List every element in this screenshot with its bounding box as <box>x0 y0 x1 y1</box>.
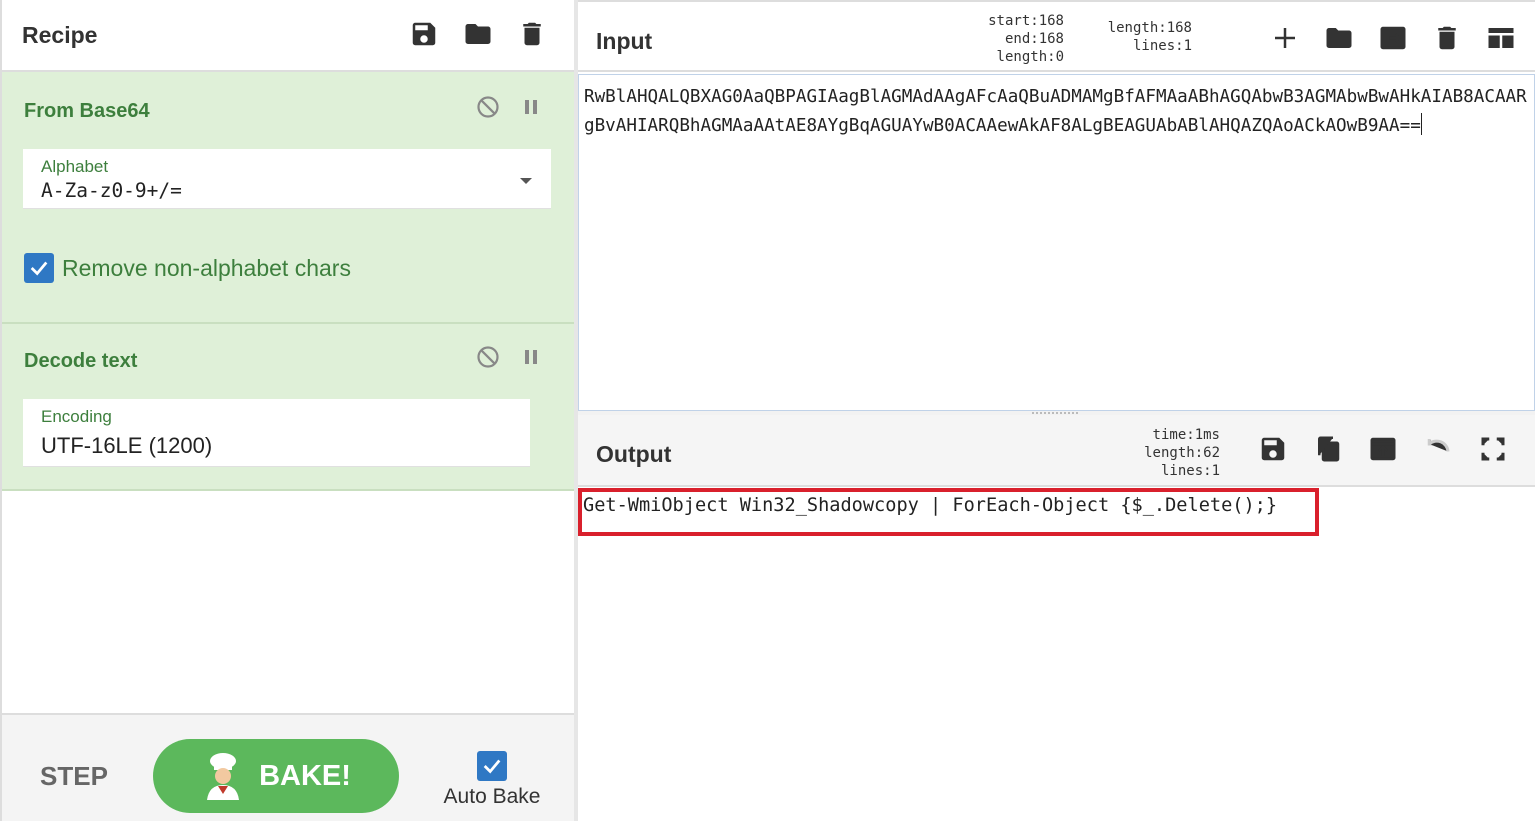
chef-icon <box>207 753 240 800</box>
remove-non-alphabet-label: Remove non-alphabet chars <box>62 254 351 281</box>
remove-non-alphabet-checkbox[interactable] <box>24 253 54 283</box>
end-value: 168 <box>1038 31 1064 47</box>
chevron-down-icon[interactable] <box>519 173 533 191</box>
selection-stats: start: 168 end: 168 length: 0 <box>966 12 1064 66</box>
operation-from-base64[interactable]: From Base64 Alphabet A-Za-z0-9+/= Remove… <box>2 72 574 324</box>
lines-label: lines: <box>1132 38 1184 54</box>
recipe-header: Recipe <box>2 0 574 72</box>
encoding-label: Encoding <box>41 407 112 426</box>
time-value: 1ms <box>1194 427 1220 443</box>
alphabet-select[interactable]: Alphabet A-Za-z0-9+/= <box>23 149 551 209</box>
auto-bake-label: Auto Bake <box>443 785 541 808</box>
auto-bake-checkbox[interactable] <box>477 751 507 781</box>
step-button[interactable]: STEP <box>40 761 108 792</box>
lines-label: lines: <box>1160 463 1212 479</box>
bake-label: BAKE! <box>259 759 351 792</box>
start-value: 168 <box>1038 13 1064 29</box>
pause-operation-icon[interactable] <box>518 94 544 120</box>
length-label: length: <box>1107 20 1167 36</box>
selection-length-value: 0 <box>1055 49 1064 65</box>
start-label: start: <box>988 13 1039 29</box>
lines-value: 1 <box>1183 38 1192 54</box>
alphabet-label: Alphabet <box>41 157 109 176</box>
replace-input-icon[interactable] <box>1367 433 1399 465</box>
output-title: Output <box>596 441 672 467</box>
open-folder-icon[interactable] <box>1323 22 1355 54</box>
selection-length-label: length: <box>996 49 1056 65</box>
alphabet-value: A-Za-z0-9+/= <box>41 179 182 202</box>
input-textarea[interactable]: RwBlAHQALQBXAG0AaQBPAGIAagBlAGMAdAAgAFcA… <box>578 74 1535 411</box>
auto-bake-option[interactable]: Auto Bake <box>444 751 540 809</box>
clear-recipe-trash-icon[interactable] <box>516 18 548 50</box>
input-panel: Input start: 168 end: 168 length: 0 leng… <box>578 0 1535 411</box>
recipe-controls: STEP BAKE! Auto Bake <box>2 713 574 821</box>
input-text-content: RwBlAHQALQBXAG0AaQBPAGIAagBlAGMAdAAgAFcA… <box>584 87 1527 136</box>
input-length-stats: length: 168 lines: 1 <box>1092 19 1192 55</box>
output-panel: Output time: 1ms length: 62 lines: 1 Get… <box>578 415 1535 821</box>
end-label: end: <box>1004 31 1039 47</box>
output-header: Output time: 1ms length: 62 lines: 1 <box>578 415 1535 487</box>
layout-icon[interactable] <box>1485 22 1517 54</box>
time-label: time: <box>1152 427 1195 443</box>
length-label: length: <box>1144 445 1204 461</box>
copy-icon[interactable] <box>1312 433 1344 465</box>
recipe-title: Recipe <box>22 21 98 48</box>
recipe-panel: Recipe From Base64 Alphabet A-Za-z0-9+/= <box>0 0 574 821</box>
import-icon[interactable] <box>1377 22 1409 54</box>
remove-non-alphabet-option[interactable]: Remove non-alphabet chars <box>24 253 351 283</box>
operation-title: Decode text <box>24 350 138 372</box>
disable-operation-icon[interactable] <box>475 94 501 120</box>
lines-value: 1 <box>1211 463 1220 479</box>
input-header: Input start: 168 end: 168 length: 0 leng… <box>578 0 1535 72</box>
pause-operation-icon[interactable] <box>518 344 544 370</box>
output-toolbar <box>1257 433 1509 465</box>
save-output-icon[interactable] <box>1257 433 1289 465</box>
operation-title: From Base64 <box>24 100 150 122</box>
encoding-value: UTF-16LE (1200) <box>41 433 213 458</box>
input-toolbar <box>1269 22 1517 54</box>
load-recipe-folder-icon[interactable] <box>462 18 494 50</box>
disable-operation-icon[interactable] <box>475 344 501 370</box>
length-value: 62 <box>1203 445 1220 461</box>
bake-button[interactable]: BAKE! <box>153 739 399 813</box>
length-value: 168 <box>1166 20 1192 36</box>
resizer-grip[interactable] <box>1032 412 1078 414</box>
input-title: Input <box>596 28 653 54</box>
plus-icon[interactable] <box>1269 22 1301 54</box>
text-caret <box>1420 113 1422 135</box>
operation-decode-text[interactable]: Decode text Encoding UTF-16LE (1200) <box>2 324 574 491</box>
trash-icon[interactable] <box>1431 22 1463 54</box>
encoding-select[interactable]: Encoding UTF-16LE (1200) <box>23 399 530 467</box>
output-stats: time: 1ms length: 62 lines: 1 <box>1108 426 1220 480</box>
save-recipe-icon[interactable] <box>408 18 440 50</box>
recipe-toolbar <box>408 18 548 50</box>
undo-icon[interactable] <box>1422 433 1454 465</box>
output-text[interactable]: Get-WmiObject Win32_Shadowcopy | ForEach… <box>583 495 1277 516</box>
maximize-icon[interactable] <box>1477 433 1509 465</box>
